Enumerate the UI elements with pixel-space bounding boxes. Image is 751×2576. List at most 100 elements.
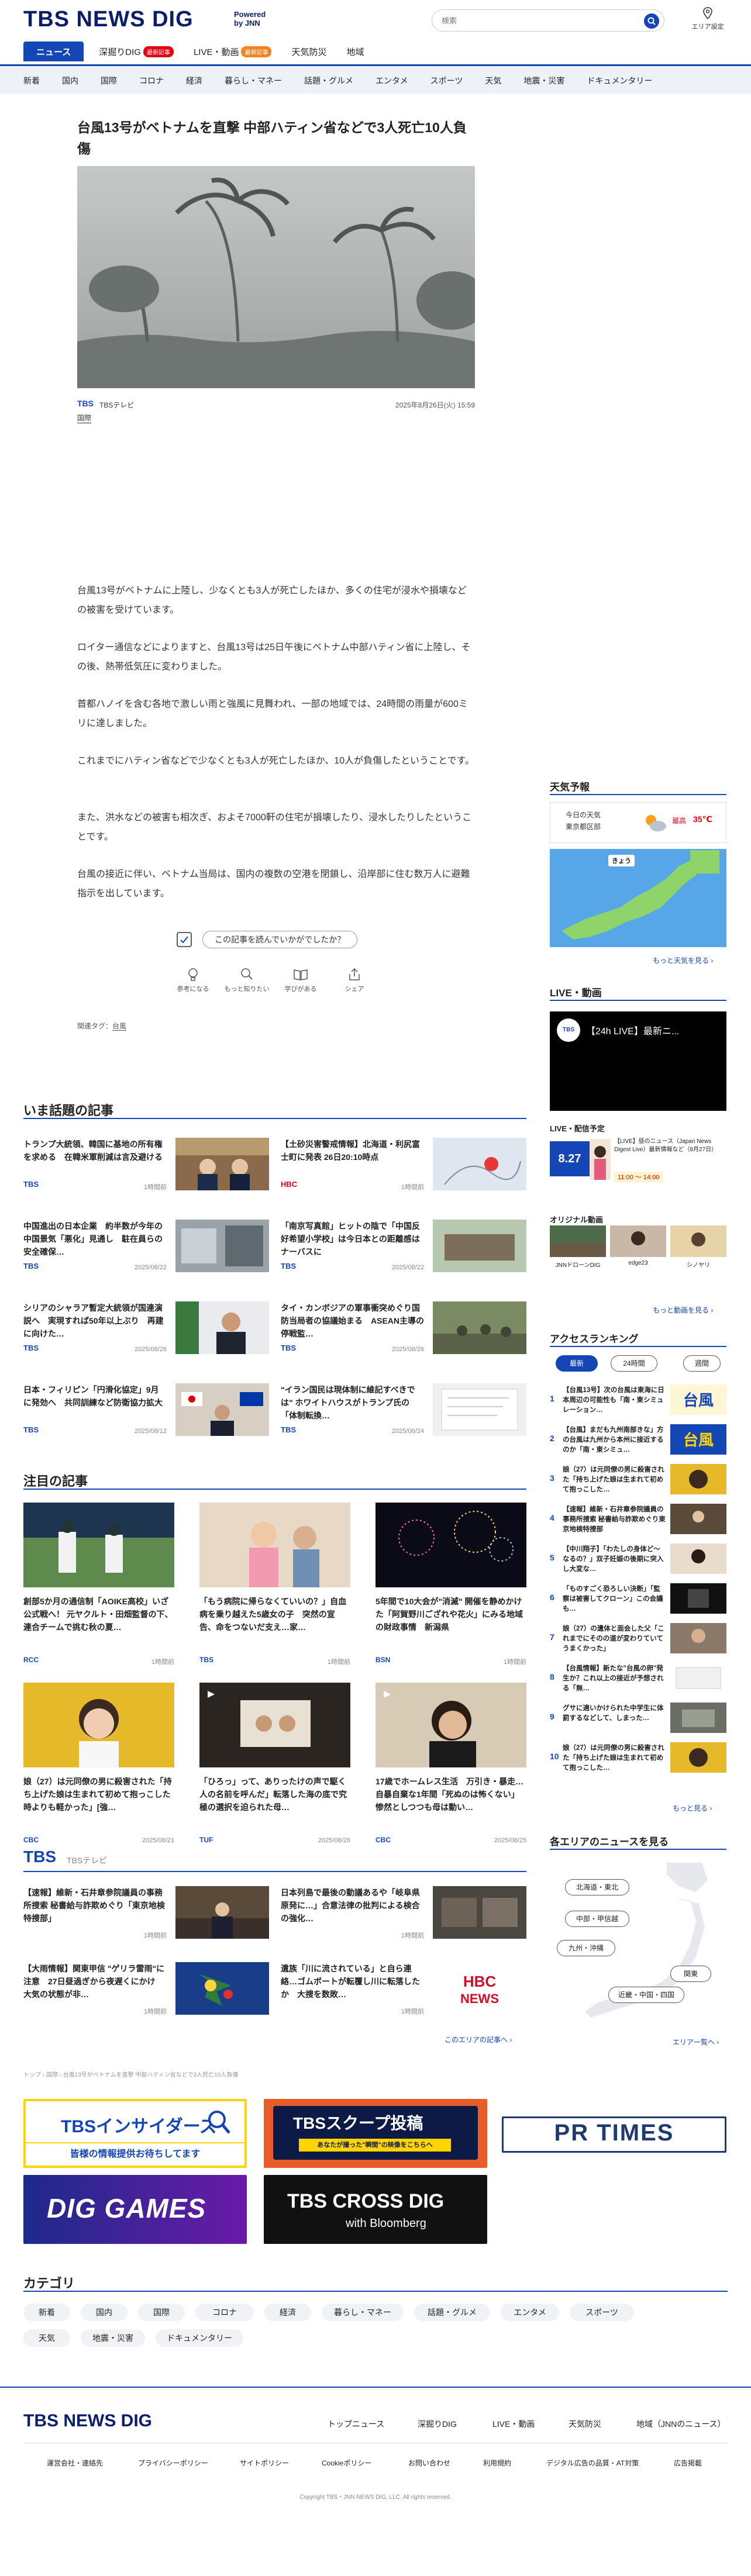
reaction-helpful[interactable]: 参考になる — [170, 967, 216, 993]
banner-insiders[interactable]: TBSインサイダーズ 皆様の情報提供お待ちしてます — [23, 2099, 247, 2168]
reaction-know-more[interactable]: もっと知りたい — [223, 967, 270, 993]
trending-card[interactable]: 「南京写真館」ヒットの陰で「中国反好希望小学校」は今日本との距離感はナーバスに T… — [281, 1220, 526, 1284]
ranking-more-link[interactable]: もっと見る › — [673, 1803, 712, 1813]
tag-link[interactable]: 台風 — [112, 1022, 127, 1031]
category-pill[interactable]: 地震・災害 — [81, 2329, 145, 2347]
subnav-item[interactable]: エンタメ — [376, 75, 408, 87]
search-button[interactable] — [644, 13, 659, 29]
article-category[interactable]: 国際 — [77, 413, 92, 423]
ranking-item[interactable]: 9 グサに適いかけられた中学生に体罰するなどして、しまった… — [550, 1703, 726, 1735]
trending-card[interactable]: シリアのシャラア暫定大統領が国連演説へ 実現すれば50年以上ぶり 再建に向けた…… — [23, 1301, 269, 1366]
subnav-item[interactable]: 話題・グルメ — [304, 75, 353, 87]
subnav-item[interactable]: 経済 — [186, 75, 202, 87]
trending-card[interactable]: 中国進出の日本企業 約半数が今年の中国景気「悪化」見通し 駐在員らの安全確保… T… — [23, 1220, 269, 1284]
attention-card[interactable]: 5年間で10大会が"消滅" 開催を静めかけた「阿賀野川ござれや花火」にみる地域の… — [376, 1503, 526, 1672]
original-video[interactable]: edge23 — [610, 1225, 666, 1279]
category-pill[interactable]: 経済 — [264, 2304, 311, 2321]
tbs-card[interactable]: 日本列島で最後の動議あるや「岐阜県原発に…」合意法律の批判による検合の強化… 1時… — [281, 1886, 526, 1950]
weather-more-link[interactable]: もっと天気を見る › — [653, 955, 713, 965]
ranking-item[interactable]: 6 「ものすごく恐ろしい決断」「監察は被害してクローン」この会議も… — [550, 1583, 726, 1616]
trending-card[interactable]: トランプ大統領、韓国に基地の所有権を求める 在韓米軍削減は言及避ける TBS 1時間… — [23, 1138, 269, 1202]
site-logo[interactable]: TBS NEWS DIG — [23, 7, 194, 32]
original-video[interactable]: シノヤリ — [670, 1225, 726, 1279]
footer-sublink[interactable]: 利用規約 — [483, 2458, 511, 2468]
live-schedule-item[interactable]: 8.27 【LIVE】昼のニュース（Japan News Digest Live… — [550, 1135, 726, 1186]
footer-sublink[interactable]: プライバシーポリシー — [138, 2458, 208, 2468]
trending-card[interactable]: "イラン国民は現体制に維記すべきでは" ホワイトハウスがトランプ氏の「体制転換…… — [281, 1383, 526, 1448]
footer-link[interactable]: トップニュース — [328, 2418, 384, 2430]
trending-card[interactable]: 日本・フィリピン「円滑化協定」9月に発効へ 共同訓練など防衛協力拡大 TBS 202… — [23, 1383, 269, 1448]
weather-map[interactable]: きょう — [550, 849, 726, 947]
ranking-item[interactable]: 3 娘（27）は元同僚の男に殺害された「持ち上げた娘は生まれて初めて抱っこした… — [550, 1464, 726, 1497]
footer-sublink[interactable]: サイトポリシー — [240, 2458, 289, 2468]
category-pill[interactable]: コロナ — [195, 2304, 254, 2321]
region-button-kyushu[interactable]: 九州・沖縄 — [557, 1940, 615, 1956]
footer-link[interactable]: 地域（JNNのニュース） — [636, 2418, 726, 2430]
ranking-item[interactable]: 1 【台風13号】次の台風は東海に日本周辺の可能性も「南・東シミュレーション… 台風 — [550, 1384, 726, 1417]
footer-sublink[interactable]: 広告掲載 — [674, 2458, 702, 2468]
attention-card[interactable]: 創部5か月の通信制「AOIKE高校」いざ公式戦へ！ 元ヤクルト・田畑監督の下、連… — [23, 1503, 174, 1672]
nav-news[interactable]: ニュース — [23, 42, 84, 61]
reaction-share[interactable]: シェア — [331, 967, 378, 993]
category-pill[interactable]: 国際 — [138, 2304, 185, 2321]
original-video[interactable]: JNNドローンDIG — [550, 1225, 606, 1279]
attention-card[interactable]: 娘（27）は元同僚の男に殺害された「持ち上げた娘は生まれて初めて抱っこした時より… — [23, 1683, 174, 1852]
ranking-item[interactable]: 10 娘（27）は元同僚の男に殺害された「持ち上げた娘は生まれて初めて抱っこした… — [550, 1742, 726, 1775]
category-pill[interactable]: 暮らし・マネー — [322, 2304, 404, 2321]
subnav-item[interactable]: 新着 — [23, 75, 40, 87]
ranking-tab-24h[interactable]: 24時間 — [611, 1355, 657, 1372]
nav-weather[interactable]: 天気防災 — [291, 46, 326, 58]
region-button-kinki[interactable]: 近畿・中国・四国 — [608, 1987, 684, 2003]
banner-dig-games[interactable]: DIG GAMES — [23, 2175, 247, 2244]
tbs-card[interactable]: 【速報】維新・石井章参院議員の事務所捜索 秘書給与詐欺めぐり「東京地検特捜部」 1… — [23, 1886, 269, 1950]
category-pill[interactable]: 新着 — [23, 2304, 70, 2321]
footer-link[interactable]: 深掘りDIG — [418, 2418, 457, 2430]
tbs-card[interactable]: 【大雨情報】関東甲信 "ゲリラ雷雨"に注意 27日昼過ぎから夜遅くにかけ 大気の… — [23, 1962, 269, 2026]
subnav-item[interactable]: 国内 — [62, 75, 78, 87]
subnav-item[interactable]: 天気 — [485, 75, 501, 87]
area-more-link[interactable]: エリア一覧へ › — [673, 2037, 719, 2047]
banner-prtimes[interactable]: PR TIMES — [502, 2099, 726, 2168]
category-pill[interactable]: 国内 — [81, 2304, 128, 2321]
category-pill[interactable]: 天気 — [23, 2329, 70, 2347]
category-pill[interactable]: エンタメ — [501, 2304, 559, 2321]
trending-card[interactable]: 【土砂災害警戒情報】北海道・利尻富士町に発表 26日20:10時点 HBC 1時間前 — [281, 1138, 526, 1202]
attention-card[interactable]: 17歳でホームレス生活 万引き・暴走…自暴自棄な1年間「死ぬのは怖くない」惨然と… — [376, 1683, 526, 1852]
feedback-question[interactable]: この記事を読んでいかがでしたか？ — [202, 931, 358, 948]
subnav-item[interactable]: 国際 — [101, 75, 117, 87]
nav-region[interactable]: 地域 — [346, 46, 364, 58]
subnav-item[interactable]: ドキュメンタリー — [587, 75, 652, 87]
footer-sublink[interactable]: Cookieポリシー — [322, 2458, 371, 2468]
attention-card[interactable]: 「もう病院に帰らなくていいの？」自血病を乗り越えた5歳女の子 突然の宣告、命をつ… — [199, 1503, 350, 1672]
ranking-item[interactable]: 8 【台風情報】新たな"台風の卵"発生か？これ以上の接近が予想される「無… — [550, 1663, 726, 1696]
tbs-card[interactable]: 遺族「川に流されている」と自ら連絡…ゴムボートが転覆し川に転落したか 大捜を数敗… — [281, 1962, 526, 2026]
reaction-learning[interactable]: 学びがある — [277, 967, 324, 993]
ranking-item[interactable]: 2 【台風】まだも九州南部きな」方の台風は九州から本州に接近するのか「南・東シミュ… — [550, 1424, 726, 1457]
attention-card[interactable]: 「ひろっ」って、ありったけの声で駆く人の名前を呼んだ」転落した海の底で究極の選択… — [199, 1683, 350, 1852]
nav-fukabori[interactable]: 深掘りDIG 最新記事 — [99, 46, 174, 58]
banner-scoop[interactable]: TBSスクープ投稿 あなたが撮った"瞬間"の映像をこちらへ — [264, 2099, 487, 2168]
area-setting[interactable]: エリア設定 — [690, 7, 725, 31]
footer-sublink[interactable]: 運営会社・連絡先 — [47, 2458, 103, 2468]
footer-link[interactable]: 天気防災 — [569, 2418, 601, 2430]
category-pill[interactable]: 話題・グルメ — [414, 2304, 490, 2321]
category-pill[interactable]: ドキュメンタリー — [156, 2329, 243, 2347]
footer-sublink[interactable]: デジタル広告の品質・AT対策 — [546, 2458, 639, 2468]
region-button-kanto[interactable]: 関東 — [670, 1966, 711, 1982]
ranking-item[interactable]: 5 【中川翔子】「わたしの身体ど〜なるの？」双子妊娠の後期に突入し大変な… — [550, 1543, 726, 1576]
region-button-chubu[interactable]: 中部・甲信越 — [565, 1911, 629, 1927]
breadcrumb[interactable]: トップ › 国際 › 台風13号がベトナムを直撃 中部ハティン省などで3人死亡1… — [23, 2070, 238, 2078]
video-more-link[interactable]: もっと動画を見る › — [653, 1305, 713, 1315]
tbs-more-link[interactable]: このエリアの記事へ › — [445, 2035, 512, 2045]
footer-sublink[interactable]: お問い合わせ — [408, 2458, 450, 2468]
subnav-item[interactable]: コロナ — [139, 75, 164, 87]
live-video-player[interactable]: TBS 【24h LIVE】最新ニ... — [550, 1011, 726, 1111]
ranking-tab-weekly[interactable]: 週間 — [683, 1355, 721, 1372]
subnav-item[interactable]: 地震・災害 — [523, 75, 564, 87]
footer-logo[interactable]: TBS NEWS DIG — [23, 2411, 152, 2431]
ranking-item[interactable]: 4 【速報】維新・石井章参院議員の事務所捜索 秘書給与詐欺めぐり東京地検特捜部 — [550, 1504, 726, 1536]
weather-today[interactable]: 今日の天気 東京都区部 最高 35℃ — [550, 802, 726, 843]
banner-cross-dig[interactable]: TBS CROSS DIG with Bloomberg — [264, 2175, 487, 2244]
region-button-hokkaido[interactable]: 北海道・東北 — [565, 1879, 629, 1895]
subnav-item[interactable]: 暮らし・マネー — [225, 75, 282, 87]
